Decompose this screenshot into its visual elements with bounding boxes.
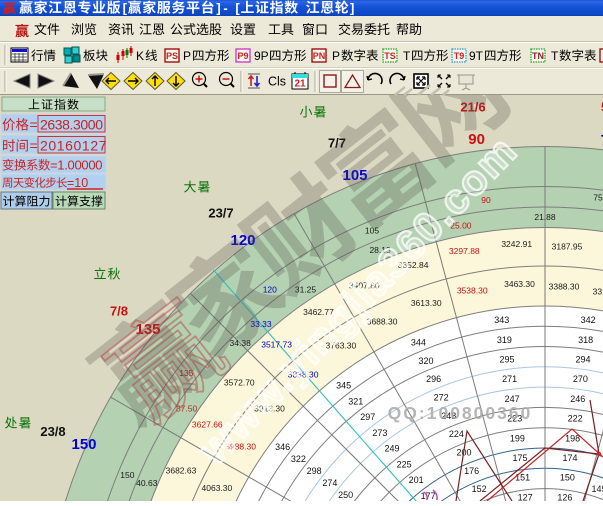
svg-text:149: 149 bbox=[591, 484, 603, 494]
svg-text:75: 75 bbox=[593, 193, 603, 203]
svg-text:120: 120 bbox=[263, 284, 277, 294]
svg-text:=: = bbox=[30, 117, 38, 133]
svg-text:P9: P9 bbox=[237, 51, 248, 61]
svg-text:274: 274 bbox=[322, 478, 337, 488]
svg-text:272: 272 bbox=[434, 393, 449, 403]
svg-text:21.88: 21.88 bbox=[534, 212, 556, 222]
svg-text:3313.30: 3313.30 bbox=[593, 287, 603, 297]
svg-text:152: 152 bbox=[472, 484, 487, 494]
svg-text:20160127: 20160127 bbox=[40, 138, 107, 154]
svg-text:3388.30: 3388.30 bbox=[549, 281, 580, 291]
svg-text:PS: PS bbox=[166, 51, 178, 61]
svg-text:270: 270 bbox=[573, 374, 588, 384]
svg-text:295: 295 bbox=[499, 355, 514, 365]
svg-text:3187.95: 3187.95 bbox=[552, 241, 583, 251]
svg-text:TS: TS bbox=[384, 51, 396, 61]
svg-text:177: 177 bbox=[421, 491, 436, 501]
svg-text:294: 294 bbox=[575, 355, 590, 365]
svg-text:Cls: Cls bbox=[268, 75, 286, 89]
svg-text:P: P bbox=[183, 49, 191, 63]
svg-text:]: ] bbox=[216, 1, 220, 16]
svg-text:273: 273 bbox=[372, 428, 387, 438]
svg-text:PN: PN bbox=[313, 51, 326, 61]
svg-text:21: 21 bbox=[294, 79, 306, 90]
svg-text:222: 222 bbox=[568, 414, 583, 424]
svg-text:224: 224 bbox=[449, 429, 464, 439]
svg-text:P: P bbox=[332, 49, 340, 63]
svg-text:345: 345 bbox=[336, 381, 351, 391]
svg-text:2638.3000: 2638.3000 bbox=[40, 117, 103, 133]
svg-text:=: = bbox=[30, 138, 38, 154]
svg-text:23/7: 23/7 bbox=[208, 206, 233, 221]
svg-text:150: 150 bbox=[71, 436, 96, 453]
svg-text:=10: =10 bbox=[67, 176, 88, 190]
svg-text:225: 225 bbox=[397, 459, 412, 469]
svg-text:199: 199 bbox=[510, 433, 525, 443]
svg-text:249: 249 bbox=[384, 444, 399, 454]
svg-text:246: 246 bbox=[570, 394, 585, 404]
svg-text:QQ:100800360: QQ:100800360 bbox=[388, 403, 533, 423]
svg-text:201: 201 bbox=[409, 475, 424, 485]
svg-text:319: 319 bbox=[497, 335, 512, 345]
svg-text:318: 318 bbox=[578, 335, 593, 345]
svg-text:37.50: 37.50 bbox=[176, 404, 198, 414]
svg-text:4063.30: 4063.30 bbox=[202, 483, 233, 493]
svg-text:151: 151 bbox=[515, 473, 530, 483]
svg-text:175: 175 bbox=[512, 453, 527, 463]
svg-text:3613.30: 3613.30 bbox=[411, 298, 442, 308]
svg-text:321: 321 bbox=[348, 397, 363, 407]
svg-text:150: 150 bbox=[120, 470, 134, 480]
svg-text:346: 346 bbox=[275, 442, 290, 452]
svg-text:]: ] bbox=[350, 1, 354, 16]
svg-text:271: 271 bbox=[502, 374, 517, 384]
svg-text:[: [ bbox=[235, 1, 240, 16]
svg-text:342: 342 bbox=[581, 315, 596, 325]
svg-text:320: 320 bbox=[418, 356, 433, 366]
svg-text:298: 298 bbox=[307, 466, 322, 476]
svg-text:[: [ bbox=[123, 1, 128, 16]
svg-text:7/8: 7/8 bbox=[110, 304, 128, 319]
svg-text:K: K bbox=[136, 49, 144, 63]
svg-text:176: 176 bbox=[464, 466, 479, 476]
svg-text:126: 126 bbox=[557, 492, 572, 501]
svg-text:297: 297 bbox=[360, 412, 375, 422]
svg-text:174: 174 bbox=[562, 453, 577, 463]
svg-text:250: 250 bbox=[338, 490, 353, 500]
svg-text:9P: 9P bbox=[254, 49, 269, 63]
svg-text:343: 343 bbox=[494, 315, 509, 325]
svg-text:3538.30: 3538.30 bbox=[457, 285, 488, 295]
svg-text:3242.91: 3242.91 bbox=[501, 239, 532, 249]
svg-text:T: T bbox=[551, 49, 559, 63]
svg-text:T: T bbox=[403, 49, 411, 63]
svg-text:3682.63: 3682.63 bbox=[166, 466, 197, 476]
svg-text:9T: 9T bbox=[469, 49, 484, 63]
svg-text:T9: T9 bbox=[454, 51, 465, 61]
svg-text:=1.00000: =1.00000 bbox=[50, 158, 102, 173]
svg-text:40.63: 40.63 bbox=[136, 478, 158, 488]
svg-text:344: 344 bbox=[411, 338, 426, 348]
svg-text:127: 127 bbox=[518, 492, 533, 501]
svg-text:3463.30: 3463.30 bbox=[504, 279, 535, 289]
svg-text:3297.88: 3297.88 bbox=[449, 246, 480, 256]
svg-text:TN: TN bbox=[532, 51, 544, 61]
svg-text:150: 150 bbox=[560, 473, 575, 483]
svg-text:-: - bbox=[223, 1, 227, 16]
svg-text:322: 322 bbox=[291, 454, 306, 464]
svg-text:296: 296 bbox=[426, 374, 441, 384]
svg-text:23/8: 23/8 bbox=[40, 424, 65, 439]
